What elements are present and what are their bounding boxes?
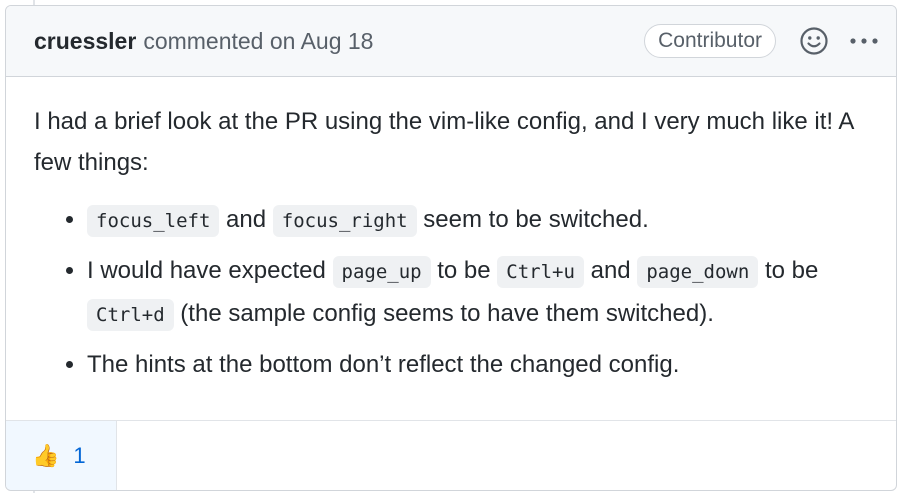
contributor-badge: Contributor xyxy=(644,24,776,58)
smiley-icon xyxy=(800,27,828,55)
list-item: I would have expected page_up to be Ctrl… xyxy=(87,250,868,336)
reaction-count: 1 xyxy=(73,442,86,468)
inline-code: page_up xyxy=(332,256,431,288)
thumbs-up-reaction-button[interactable]: 👍 1 xyxy=(6,421,117,490)
comment-box: cruessler commented on Aug 18 Contributo… xyxy=(5,5,897,491)
inline-code: Ctrl+d xyxy=(87,299,174,331)
thumbs-up-icon: 👍 xyxy=(32,442,60,468)
more-options-button[interactable] xyxy=(846,23,882,59)
comment-header: cruessler commented on Aug 18 Contributo… xyxy=(6,6,896,77)
list-item: The hints at the bottom don’t reflect th… xyxy=(87,344,868,385)
list-item: focus_left and focus_right seem to be sw… xyxy=(87,199,868,242)
inline-code: focus_left xyxy=(87,205,220,237)
inline-code: Ctrl+u xyxy=(497,256,584,288)
header-actions: Contributor xyxy=(644,23,882,59)
reactions-bar: 👍 1 xyxy=(6,420,896,490)
intro-paragraph: I had a brief look at the PR using the v… xyxy=(34,108,854,176)
comment-timestamp[interactable]: commented on Aug 18 xyxy=(143,28,373,55)
inline-code: page_down xyxy=(637,256,759,288)
add-reaction-button[interactable] xyxy=(796,23,832,59)
issue-list: focus_left and focus_right seem to be sw… xyxy=(34,199,868,385)
author-link[interactable]: cruessler xyxy=(34,28,136,55)
comment-body: I had a brief look at the PR using the v… xyxy=(6,77,896,420)
kebab-horizontal-icon xyxy=(850,38,878,44)
inline-code: focus_right xyxy=(272,205,417,237)
